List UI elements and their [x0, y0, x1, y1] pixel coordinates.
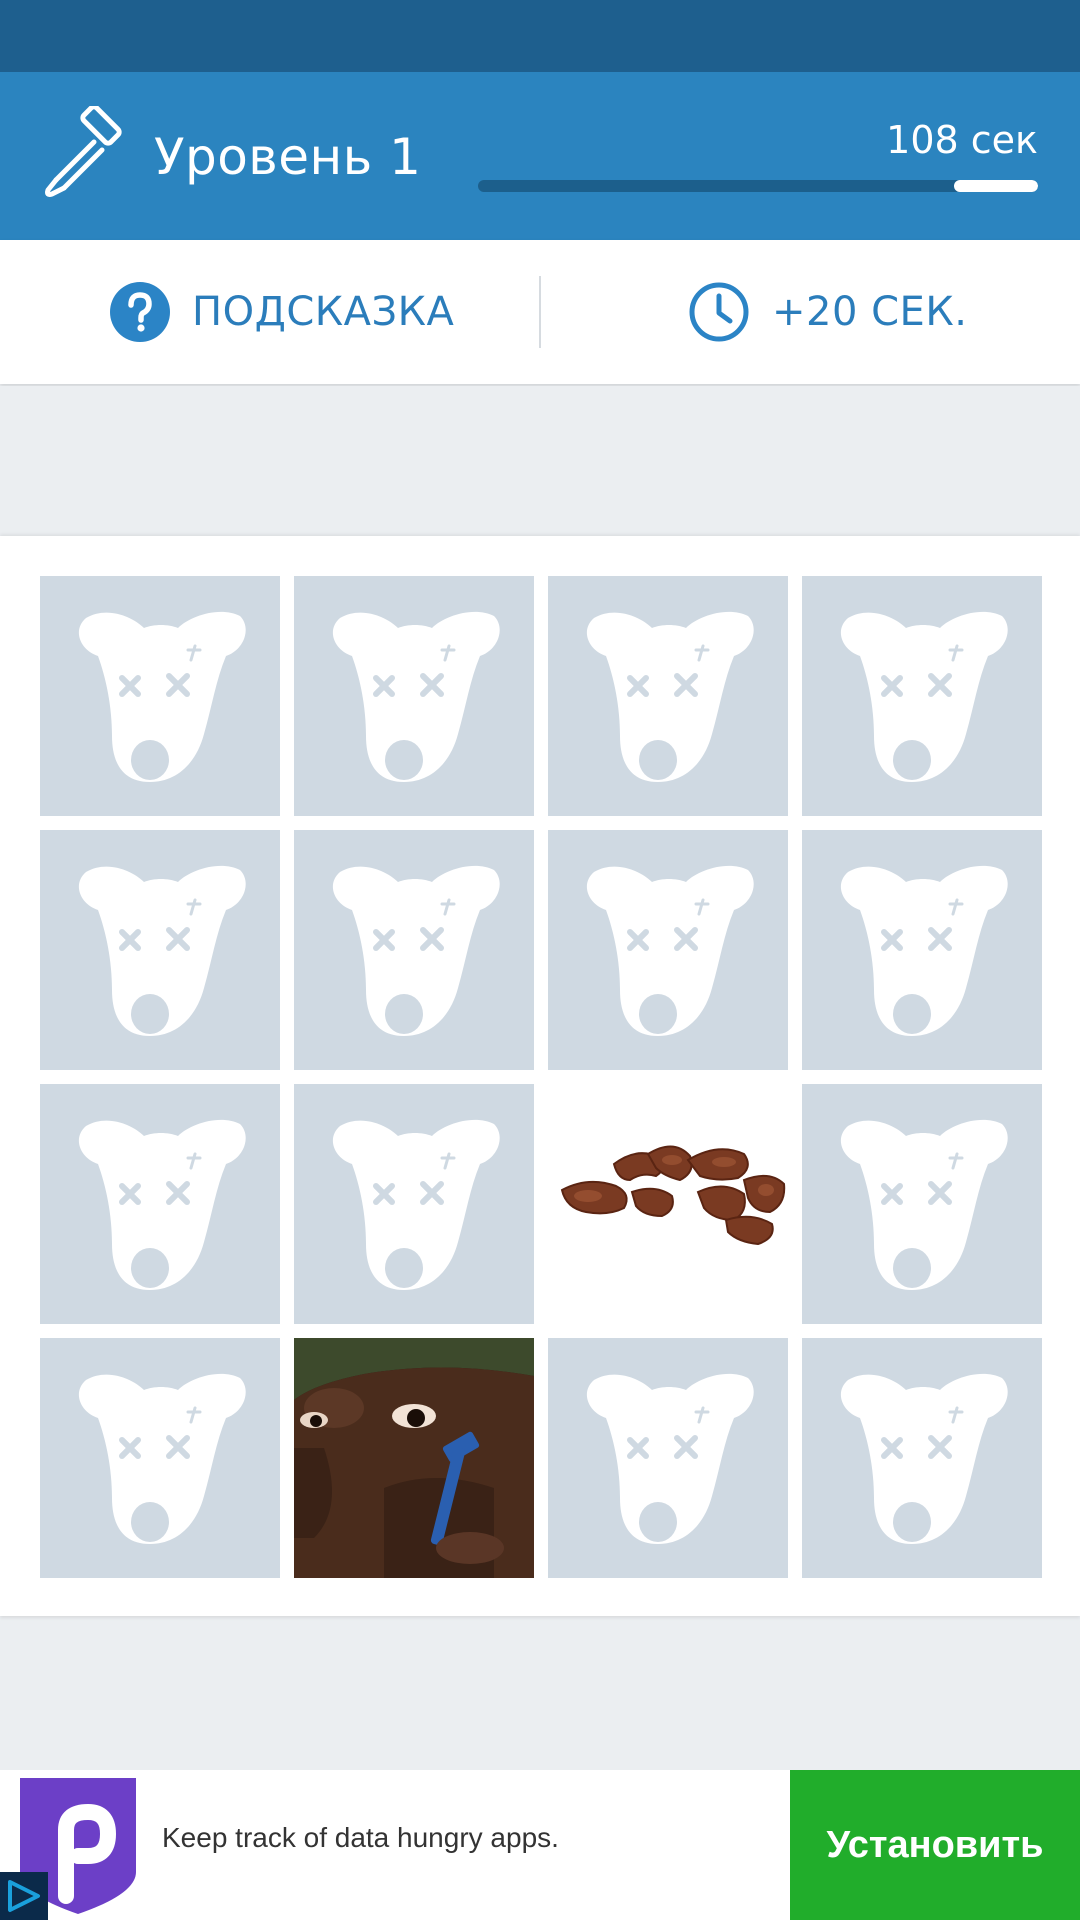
timer-progress-bar: [478, 180, 1038, 192]
tile-hidden[interactable]: [40, 576, 280, 816]
dead-dog-placeholder-icon: [840, 1373, 1008, 1544]
dead-dog-placeholder-icon: [332, 1119, 500, 1290]
dead-dog-placeholder-icon: [840, 865, 1008, 1036]
clock-icon: [689, 282, 749, 342]
dead-dog-placeholder-icon: [78, 611, 246, 782]
level-title: Уровень 1: [154, 128, 422, 186]
tile-hidden[interactable]: [40, 1338, 280, 1578]
tile-hidden[interactable]: [802, 1338, 1042, 1578]
action-bar: ПОДСКАЗКА +20 СЕК.: [0, 240, 1080, 384]
chocolate-curls-image: [548, 1084, 788, 1324]
dead-dog-placeholder-icon: [840, 611, 1008, 782]
answer-area: [0, 386, 1080, 534]
install-button[interactable]: Установить: [790, 1770, 1080, 1920]
adchoices-icon[interactable]: [0, 1872, 48, 1920]
timer-progress-fill: [954, 180, 1038, 192]
hint-button[interactable]: ПОДСКАЗКА: [110, 240, 454, 384]
question-circle-icon: [110, 282, 170, 342]
action-divider: [539, 276, 541, 348]
tile-hidden[interactable]: [548, 576, 788, 816]
ad-banner[interactable]: Keep track of data hungry apps. Установи…: [0, 1770, 1080, 1920]
tile-hidden[interactable]: [548, 1338, 788, 1578]
tile-hidden[interactable]: [40, 830, 280, 1070]
dead-dog-placeholder-icon: [332, 865, 500, 1036]
timer-text: 108 сек: [886, 118, 1038, 162]
razor-icon: [45, 106, 122, 197]
tile-hidden[interactable]: [802, 576, 1042, 816]
tile-hidden[interactable]: [548, 830, 788, 1070]
dead-dog-placeholder-icon: [586, 1373, 754, 1544]
dead-dog-placeholder-icon: [586, 611, 754, 782]
man-shaving-image: [294, 1338, 534, 1578]
hint-label: ПОДСКАЗКА: [192, 289, 455, 335]
dead-dog-placeholder-icon: [840, 1119, 1008, 1290]
tile-hidden[interactable]: [40, 1084, 280, 1324]
tile-hidden[interactable]: [294, 830, 534, 1070]
dead-dog-placeholder-icon: [78, 1119, 246, 1290]
add-time-button[interactable]: +20 СЕК.: [688, 240, 967, 384]
tile-hidden[interactable]: [294, 576, 534, 816]
level-header: Уровень 1 108 сек: [0, 72, 1080, 240]
dead-dog-placeholder-icon: [586, 865, 754, 1036]
add-time-label: +20 СЕК.: [772, 289, 968, 335]
tile-revealed-chocolate-curls[interactable]: [548, 1084, 788, 1324]
tile-revealed-man-shaving[interactable]: [294, 1338, 534, 1578]
tile-hidden[interactable]: [802, 830, 1042, 1070]
dead-dog-placeholder-icon: [332, 611, 500, 782]
ad-text: Keep track of data hungry apps.: [162, 1822, 559, 1853]
dead-dog-placeholder-icon: [78, 865, 246, 1036]
memory-board: [0, 536, 1080, 1616]
tile-hidden[interactable]: [294, 1084, 534, 1324]
tile-hidden[interactable]: [802, 1084, 1042, 1324]
status-bar: [0, 0, 1080, 72]
dead-dog-placeholder-icon: [78, 1373, 246, 1544]
